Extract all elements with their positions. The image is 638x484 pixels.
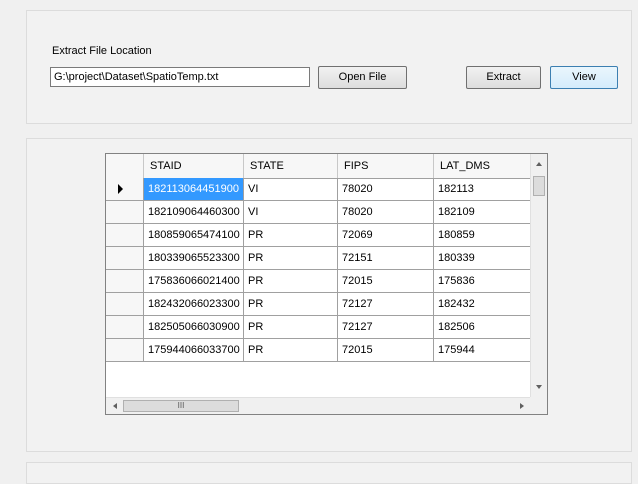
vertical-scroll-thumb[interactable] <box>533 176 545 196</box>
table-cell[interactable]: 72015 <box>338 339 434 361</box>
table-cell[interactable]: 182109 <box>434 201 531 223</box>
table-cell[interactable]: 72151 <box>338 247 434 269</box>
row-header[interactable] <box>106 201 144 223</box>
horizontal-scrollbar[interactable]: III <box>106 397 531 414</box>
table-cell[interactable]: 72127 <box>338 293 434 315</box>
table-cell[interactable]: 175944066033700 <box>144 339 244 361</box>
table-cell[interactable]: PR <box>244 224 338 246</box>
scroll-right-icon[interactable] <box>520 403 524 409</box>
grid-rows: 182113064451900 VI 78020 182113 182109064460… <box>106 178 531 362</box>
table-cell[interactable]: 78020 <box>338 178 434 200</box>
table-cell[interactable]: PR <box>244 247 338 269</box>
table-cell[interactable]: 175836066021400 <box>144 270 244 292</box>
scroll-down-icon[interactable] <box>536 385 542 389</box>
table-cell[interactable]: 182505066030900 <box>144 316 244 338</box>
view-button[interactable]: View <box>550 66 618 89</box>
open-file-button[interactable]: Open File <box>318 66 407 89</box>
row-header[interactable] <box>106 293 144 315</box>
table-row[interactable]: 182109064460300 VI 78020 182109 <box>106 201 531 224</box>
table-cell[interactable]: VI <box>244 201 338 223</box>
row-header[interactable] <box>106 270 144 292</box>
column-header-fips[interactable]: FIPS <box>338 154 434 178</box>
table-row[interactable]: 180339065523300 PR 72151 180339 <box>106 247 531 270</box>
table-cell[interactable]: 180339 <box>434 247 531 269</box>
table-row[interactable]: 175944066033700 PR 72015 175944 <box>106 339 531 362</box>
table-cell[interactable]: 182113064451900 <box>144 178 244 200</box>
table-row[interactable]: 182505066030900 PR 72127 182506 <box>106 316 531 339</box>
table-cell[interactable]: 175836 <box>434 270 531 292</box>
table-cell[interactable]: 180859 <box>434 224 531 246</box>
column-header-staid[interactable]: STAID <box>144 154 244 178</box>
table-cell[interactable]: 72015 <box>338 270 434 292</box>
table-cell[interactable]: 182432 <box>434 293 531 315</box>
vertical-scrollbar[interactable] <box>530 154 547 397</box>
horizontal-scroll-thumb[interactable]: III <box>123 400 239 412</box>
table-cell[interactable]: 182432066023300 <box>144 293 244 315</box>
extract-file-location-label: Extract File Location <box>52 45 152 57</box>
row-header[interactable] <box>106 224 144 246</box>
table-cell[interactable]: VI <box>244 178 338 200</box>
extract-button[interactable]: Extract <box>466 66 541 89</box>
table-cell[interactable]: 175944 <box>434 339 531 361</box>
table-cell[interactable]: 180859065474100 <box>144 224 244 246</box>
table-cell[interactable]: 78020 <box>338 201 434 223</box>
table-cell[interactable]: 72127 <box>338 316 434 338</box>
table-row[interactable]: 182432066023300 PR 72127 182432 <box>106 293 531 316</box>
scroll-left-icon[interactable] <box>113 403 117 409</box>
table-row[interactable]: 182113064451900 VI 78020 182113 <box>106 178 531 201</box>
row-header[interactable] <box>106 247 144 269</box>
data-grid[interactable]: STAID STATE FIPS LAT_DMS 182113064451900… <box>105 153 548 415</box>
table-cell[interactable]: PR <box>244 270 338 292</box>
table-row[interactable]: 180859065474100 PR 72069 180859 <box>106 224 531 247</box>
column-header-state[interactable]: STATE <box>244 154 338 178</box>
table-cell[interactable]: 182506 <box>434 316 531 338</box>
file-path-input[interactable]: G:\project\Dataset\SpatioTemp.txt <box>50 67 310 87</box>
current-row-arrow-icon <box>118 184 123 194</box>
column-header-lat-dms[interactable]: LAT_DMS <box>434 154 531 178</box>
grid-header: STAID STATE FIPS LAT_DMS <box>106 154 531 179</box>
bottom-panel <box>26 462 632 484</box>
scroll-up-icon[interactable] <box>536 162 542 166</box>
table-row[interactable]: 175836066021400 PR 72015 175836 <box>106 270 531 293</box>
scroll-corner <box>530 397 547 414</box>
table-cell[interactable]: PR <box>244 316 338 338</box>
table-cell[interactable]: 180339065523300 <box>144 247 244 269</box>
table-cell[interactable]: PR <box>244 293 338 315</box>
row-header[interactable] <box>106 178 144 200</box>
row-header[interactable] <box>106 339 144 361</box>
row-header-corner <box>106 154 144 178</box>
row-header[interactable] <box>106 316 144 338</box>
table-cell[interactable]: 182113 <box>434 178 531 200</box>
table-cell[interactable]: 72069 <box>338 224 434 246</box>
table-cell[interactable]: PR <box>244 339 338 361</box>
table-cell[interactable]: 182109064460300 <box>144 201 244 223</box>
